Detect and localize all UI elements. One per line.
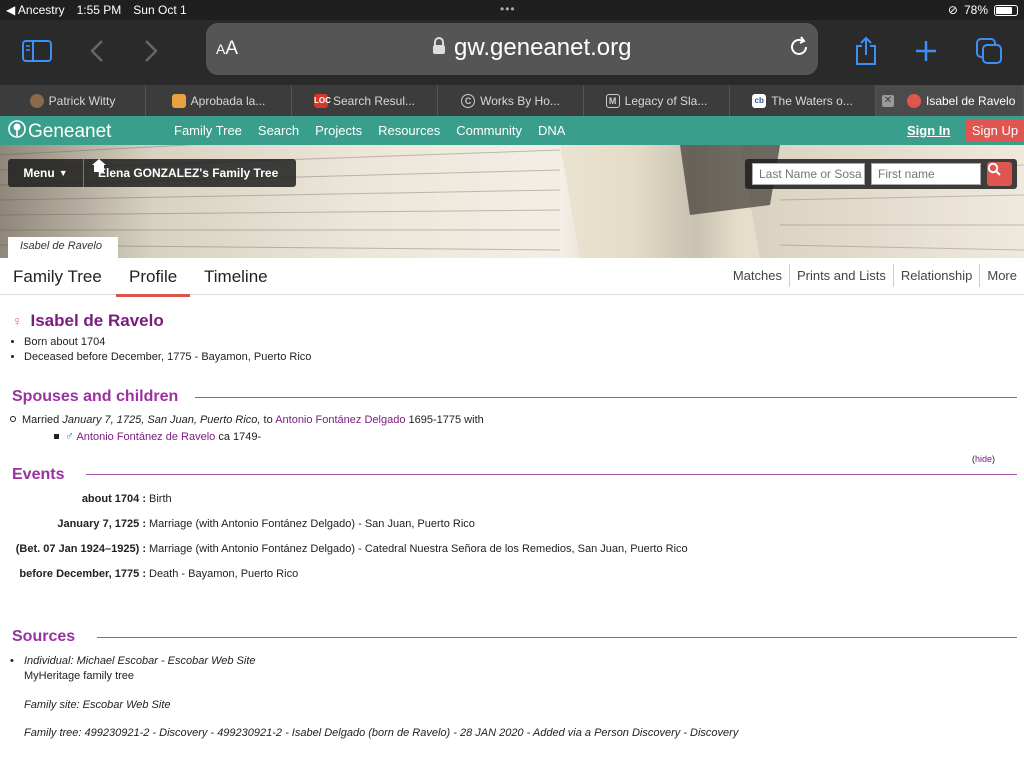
spouse-link[interactable]: Antonio Fontánez Delgado — [275, 414, 405, 426]
url-host: gw.geneanet.org — [454, 34, 632, 61]
cb-icon: cb — [752, 93, 767, 108]
source-family-site: Family site: Escobar Web Site — [24, 699, 171, 711]
hide-events-link[interactable]: (hide) — [972, 454, 995, 464]
image-icon — [171, 93, 186, 108]
person-name: Isabel de Ravelo — [30, 311, 164, 330]
tree-menu-button[interactable]: Menu ▼ — [8, 159, 84, 187]
tab-timeline[interactable]: Timeline — [204, 267, 268, 287]
share-icon[interactable] — [849, 34, 883, 68]
reload-icon[interactable] — [788, 35, 810, 64]
tab-more[interactable]: More — [979, 264, 1024, 287]
next-section-heading-cut — [12, 762, 16, 768]
square-bullet-icon — [54, 434, 59, 439]
tab-label: The Waters o... — [771, 93, 853, 108]
loc-icon: LOC — [313, 93, 331, 108]
browser-tab-active[interactable]: ✕ Isabel de Ravelo — [876, 85, 1024, 116]
bullet-icon: • — [10, 655, 14, 667]
male-icon: ♂ — [65, 429, 74, 443]
status-date: Sun Oct 1 — [133, 3, 187, 17]
status-bar: ◀ Ancestry 1:55 PM Sun Oct 1 ••• ⊘ 78% — [0, 0, 1024, 20]
nav-projects[interactable]: Projects — [315, 123, 362, 138]
lock-icon — [432, 34, 446, 62]
person-tag: Isabel de Ravelo — [8, 237, 118, 258]
sources-heading: Sources — [12, 628, 76, 645]
tree-title-bar: Menu ▼ Elena GONZALEZ's Family Tree — [8, 159, 296, 187]
nav-family-tree[interactable]: Family Tree — [174, 123, 242, 138]
tab-label: Aprobada la... — [190, 93, 266, 108]
nav-search[interactable]: Search — [258, 123, 299, 138]
address-bar[interactable]: AAAA gw.geneanet.org — [206, 23, 818, 75]
marriage-entry: Married January 7, 1725, San Juan, Puert… — [10, 414, 484, 426]
child-entry: ♂ Antonio Fontánez de Ravelo ca 1749- — [54, 429, 261, 443]
nav-resources[interactable]: Resources — [378, 123, 440, 138]
tab-matches[interactable]: Matches — [726, 264, 789, 287]
back-icon[interactable] — [80, 34, 114, 68]
person-facts: Born about 1704 Deceased before December… — [24, 335, 311, 365]
browser-tab[interactable]: Aprobada la... — [146, 85, 292, 116]
death-fact: Deceased before December, 1775 - Bayamon… — [24, 350, 311, 365]
tab-relationship[interactable]: Relationship — [892, 264, 980, 287]
nav-community[interactable]: Community — [456, 123, 522, 138]
nav-dna[interactable]: DNA — [538, 123, 565, 138]
reader-options-button[interactable]: AAAA — [216, 38, 238, 60]
forward-icon[interactable] — [134, 34, 168, 68]
c-letter-icon: C — [461, 93, 476, 108]
tree-search-form — [745, 159, 1017, 189]
source-myheritage: MyHeritage family tree — [24, 670, 135, 682]
divider — [86, 474, 1017, 475]
new-tab-icon[interactable] — [909, 34, 943, 68]
caret-down-icon: ▼ — [58, 168, 68, 178]
events-heading: Events — [12, 466, 65, 483]
link-icon: ⊘ — [947, 3, 958, 17]
sidebar-toggle-icon[interactable] — [20, 34, 54, 68]
spouses-heading: Spouses and children — [12, 388, 179, 405]
tab-label: Legacy of Sla... — [624, 93, 708, 108]
profile-tabs: Family Tree Profile Timeline Matches Pri… — [0, 258, 1024, 297]
tree-home-link[interactable]: Elena GONZALEZ's Family Tree — [92, 159, 278, 187]
back-to-app-link[interactable]: ◀ Ancestry — [6, 3, 65, 17]
browser-tab[interactable]: LOC Search Resul... — [292, 85, 438, 116]
sign-up-button[interactable]: Sign Up — [966, 119, 1024, 142]
status-time: 1:55 PM — [76, 3, 122, 17]
tabs-overview-icon[interactable] — [972, 34, 1006, 68]
multitask-dots-icon[interactable]: ••• — [500, 2, 516, 16]
geneanet-icon — [907, 93, 921, 108]
tab-label: Isabel de Ravelo — [926, 93, 1016, 108]
source-family-tree: Family tree: 499230921-2 - Discovery - 4… — [24, 727, 739, 739]
divider — [97, 637, 1017, 638]
circle-bullet-icon — [10, 416, 16, 422]
site-header: Geneanet Family Tree Search Projects Res… — [0, 116, 1024, 145]
battery-icon — [994, 4, 1018, 16]
source-individual: Individual: Michael Escobar - Escobar We… — [24, 655, 256, 667]
browser-tab[interactable]: C Works By Ho... — [438, 85, 584, 116]
tab-label: Patrick Witty — [48, 93, 116, 108]
tab-label: Works By Ho... — [480, 93, 560, 108]
tab-prints-and-lists[interactable]: Prints and Lists — [788, 264, 893, 287]
divider — [195, 397, 1017, 398]
last-name-input[interactable] — [752, 163, 865, 185]
search-button[interactable] — [987, 162, 1012, 186]
sign-in-link[interactable]: Sign In — [907, 123, 950, 138]
geneanet-logo[interactable]: Geneanet — [8, 120, 111, 144]
browser-tab[interactable]: cb The Waters o... — [730, 85, 876, 116]
tab-strip: Patrick Witty Aprobada la... LOC Search … — [0, 85, 1024, 116]
close-tab-icon[interactable]: ✕ — [882, 94, 894, 107]
browser-tab[interactable]: Patrick Witty — [0, 85, 146, 116]
first-name-input[interactable] — [871, 163, 981, 185]
birth-fact: Born about 1704 — [24, 335, 311, 350]
child-link[interactable]: Antonio Fontánez de Ravelo — [76, 431, 215, 443]
browser-toolbar: AAAA gw.geneanet.org — [0, 20, 1024, 85]
battery-percent: 78% — [963, 3, 988, 17]
female-icon: ♀ — [12, 313, 23, 329]
tree-logo-icon — [8, 120, 26, 144]
profile-content: ♀ Isabel de Ravelo Born about 1704 Decea… — [0, 296, 1024, 768]
tab-family-tree[interactable]: Family Tree — [13, 267, 102, 287]
tab-profile[interactable]: Profile — [116, 267, 191, 297]
m-letter-icon: M — [605, 93, 620, 108]
tab-label: Search Resul... — [332, 93, 416, 108]
avatar-icon — [29, 93, 44, 108]
browser-tab[interactable]: M Legacy of Sla... — [584, 85, 730, 116]
hero-banner: Menu ▼ Elena GONZALEZ's Family Tree Isab… — [0, 145, 1024, 258]
